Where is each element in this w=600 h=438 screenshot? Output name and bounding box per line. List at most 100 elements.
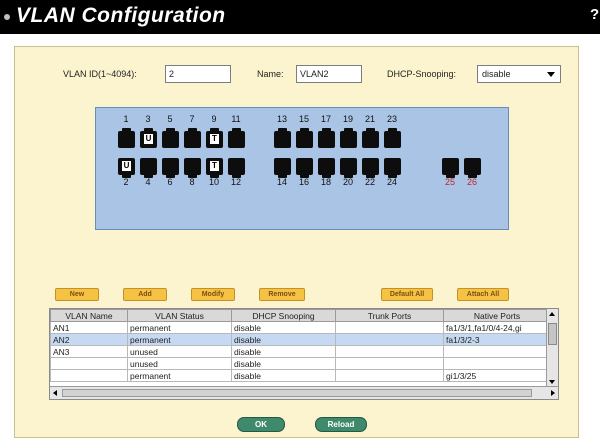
new-button[interactable]: New	[55, 288, 99, 301]
port-11[interactable]	[228, 128, 245, 148]
port-12[interactable]	[228, 158, 245, 178]
bullet-icon	[4, 14, 10, 20]
table-row[interactable]: AN3 unused disable	[50, 345, 551, 358]
port-25[interactable]	[442, 158, 459, 178]
add-button[interactable]: Add	[123, 288, 167, 301]
name-label: Name:	[257, 69, 284, 79]
port-1[interactable]	[118, 128, 135, 148]
help-icon[interactable]: ?	[590, 6, 600, 26]
port-number: 7	[189, 114, 195, 124]
table-cell[interactable]: permanent	[127, 321, 232, 334]
table-cell[interactable]: AN2	[50, 333, 128, 346]
column-header-vlan-name[interactable]: VLAN Name	[50, 309, 128, 322]
table-cell[interactable]: disable	[231, 321, 336, 334]
table-cell[interactable]: disable	[231, 333, 336, 346]
table-cell[interactable]: AN1	[50, 321, 128, 334]
table-cell[interactable]	[443, 345, 551, 358]
port-tag-label: T	[210, 161, 219, 171]
table-cell[interactable]	[335, 357, 444, 370]
port-24[interactable]	[384, 158, 401, 178]
attach-all-button[interactable]: Attach All	[457, 288, 509, 301]
port-8[interactable]	[184, 158, 201, 178]
column-header-vlan-status[interactable]: VLAN Status	[127, 309, 232, 322]
table-cell[interactable]: unused	[127, 345, 232, 358]
scroll-thumb-horizontal[interactable]	[62, 389, 532, 397]
port-number: 12	[230, 177, 241, 187]
port-16[interactable]	[296, 158, 313, 178]
port-15[interactable]	[296, 128, 313, 148]
port-number: 10	[208, 177, 219, 187]
name-input[interactable]: VLAN2	[296, 65, 362, 83]
table-cell[interactable]	[335, 321, 444, 334]
table-cell[interactable]: fa1/3/1,fa1/0/4-24,gi	[443, 321, 551, 334]
port-21[interactable]	[362, 128, 379, 148]
scroll-down-icon[interactable]	[549, 380, 555, 384]
chevron-down-icon[interactable]	[547, 72, 555, 77]
table-row[interactable]: unused disable	[50, 357, 551, 370]
table-cell[interactable]	[335, 345, 444, 358]
table-cell[interactable]: gi1/3/25	[443, 369, 551, 382]
port-5[interactable]	[162, 128, 179, 148]
port-18[interactable]	[318, 158, 335, 178]
port-number: 5	[167, 114, 173, 124]
table-cell[interactable]: unused	[127, 357, 232, 370]
reload-button[interactable]: Reload	[315, 417, 367, 432]
port-6[interactable]	[162, 158, 179, 178]
remove-button[interactable]: Remove	[259, 288, 305, 301]
table-cell[interactable]: permanent	[127, 369, 232, 382]
scroll-thumb[interactable]	[548, 323, 557, 345]
port-number: 21	[364, 114, 375, 124]
modify-button[interactable]: Modify	[191, 288, 235, 301]
port-number: 11	[231, 114, 241, 124]
port-22[interactable]	[362, 158, 379, 178]
vertical-scrollbar[interactable]	[546, 309, 558, 387]
port-number: 18	[320, 177, 331, 187]
table-cell[interactable]: AN3	[50, 345, 128, 358]
table-cell[interactable]	[335, 333, 444, 346]
port-2[interactable]: U	[118, 158, 135, 178]
column-header-native-ports[interactable]: Native Ports	[443, 309, 551, 322]
column-header-dhcp-snooping[interactable]: DHCP Snooping	[231, 309, 336, 322]
port-13[interactable]	[274, 128, 291, 148]
port-17[interactable]	[318, 128, 335, 148]
column-header-trunk-ports[interactable]: Trunk Ports	[335, 309, 444, 322]
table-row[interactable]: permanent disable gi1/3/25	[50, 369, 551, 382]
scroll-left-icon[interactable]	[53, 390, 57, 396]
table-cell[interactable]: fa1/3/2-3	[443, 333, 551, 346]
table-cell[interactable]: disable	[231, 369, 336, 382]
table-cell[interactable]: permanent	[127, 333, 232, 346]
ok-button[interactable]: OK	[237, 417, 285, 432]
table-row[interactable]: AN2 permanent disable fa1/3/2-3	[50, 333, 551, 346]
port-26[interactable]	[464, 158, 481, 178]
port-9[interactable]: T	[206, 128, 223, 148]
port-20[interactable]	[340, 158, 357, 178]
horizontal-scrollbar[interactable]	[50, 386, 558, 399]
table-cell[interactable]: disable	[231, 357, 336, 370]
port-tag-label: U	[144, 134, 153, 144]
port-3[interactable]: U	[140, 128, 157, 148]
table-cell[interactable]	[443, 357, 551, 370]
port-tag-label: U	[122, 161, 131, 171]
port-number: 9	[211, 114, 217, 124]
table-cell[interactable]	[50, 357, 128, 370]
table-cell[interactable]	[50, 369, 128, 382]
vlan-id-input[interactable]: 2	[165, 65, 231, 83]
port-4[interactable]	[140, 158, 157, 178]
port-number: 8	[189, 177, 195, 187]
table-cell[interactable]: disable	[231, 345, 336, 358]
port-tag-label: T	[210, 134, 219, 144]
table-cell[interactable]	[335, 369, 444, 382]
port-23[interactable]	[384, 128, 401, 148]
port-19[interactable]	[340, 128, 357, 148]
port-14[interactable]	[274, 158, 291, 178]
default-all-button[interactable]: Default All	[381, 288, 433, 301]
scroll-up-icon[interactable]	[549, 312, 555, 316]
port-10[interactable]: T	[206, 158, 223, 178]
table-header-row: VLAN Name VLAN Status DHCP Snooping Trun…	[50, 309, 551, 322]
table-row[interactable]: AN1 permanent disable fa1/3/1,fa1/0/4-24,gi	[50, 321, 551, 334]
dhcp-snooping-select[interactable]: disable	[477, 65, 561, 83]
port-number: 13	[276, 114, 287, 124]
port-7[interactable]	[184, 128, 201, 148]
port-number: 22	[364, 177, 375, 187]
scroll-right-icon[interactable]	[551, 390, 555, 396]
